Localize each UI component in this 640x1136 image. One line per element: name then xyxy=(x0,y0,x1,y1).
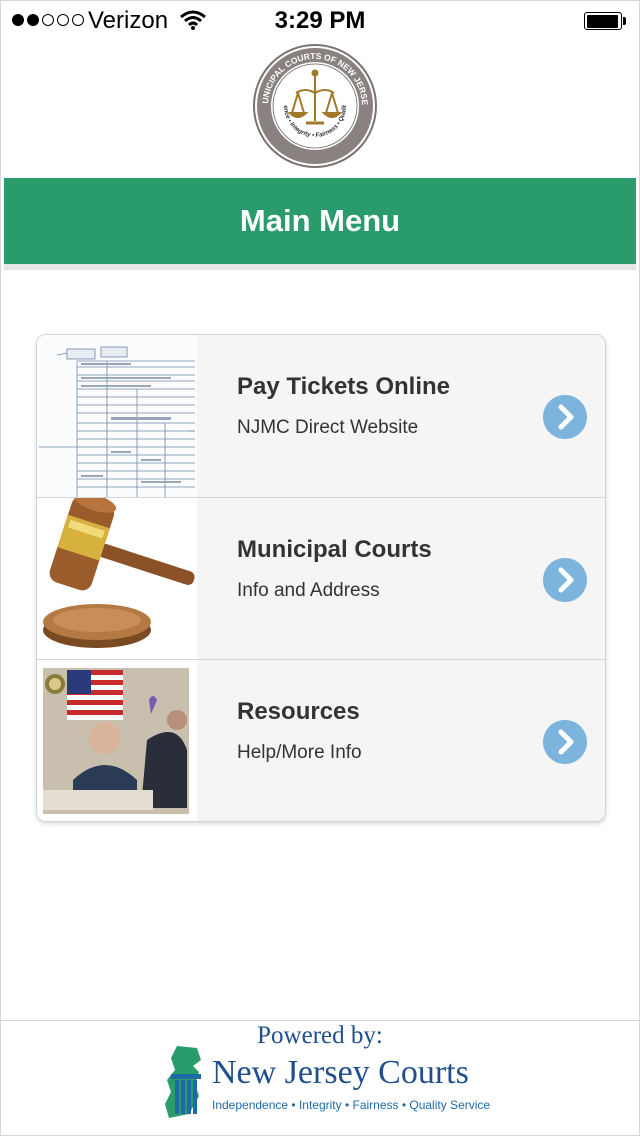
menu-item-municipal-courts[interactable]: Municipal Courts Info and Address xyxy=(37,497,605,660)
page-title: Main Menu xyxy=(239,203,401,238)
status-time: 3:29 PM xyxy=(274,7,366,34)
menu-item-subtitle: NJMC Direct Website xyxy=(237,417,419,438)
header-divider xyxy=(4,264,636,270)
menu-item-title: Pay Tickets Online xyxy=(237,373,450,400)
municipal-courts-seal-logo: MUNICIPAL COURTS OF NEW JERSEY Independe… xyxy=(248,35,378,169)
status-bar: Verizon 3:29 PM xyxy=(0,0,640,40)
chevron-right-icon[interactable] xyxy=(543,720,587,764)
footer-divider xyxy=(0,1020,640,1021)
menu-item-pay-tickets[interactable]: Pay Tickets Online NJMC Direct Website xyxy=(37,335,605,497)
main-menu-list: Pay Tickets Online NJMC Direct Website M… xyxy=(36,334,606,822)
new-jersey-courts-brand: New Jersey Courts xyxy=(212,1054,469,1091)
menu-item-subtitle: Info and Address xyxy=(237,580,380,601)
menu-item-title: Resources xyxy=(237,698,360,725)
menu-item-resources[interactable]: Resources Help/More Info xyxy=(37,659,605,821)
brand-tagline: Independence • Integrity • Fairness • Qu… xyxy=(212,1098,491,1112)
chevron-right-icon[interactable] xyxy=(543,558,587,602)
menu-item-subtitle: Help/More Info xyxy=(237,742,362,763)
courtroom-image xyxy=(37,660,197,821)
new-jersey-courts-logo-icon xyxy=(165,1046,201,1118)
menu-item-title: Municipal Courts xyxy=(237,536,432,563)
ticket-form-image xyxy=(37,335,197,497)
chevron-right-icon[interactable] xyxy=(543,395,587,439)
gavel-image xyxy=(37,498,197,660)
main-menu-header: Main Menu xyxy=(4,178,636,264)
powered-by-label: Powered by: xyxy=(257,1022,383,1049)
battery-icon xyxy=(584,12,626,30)
